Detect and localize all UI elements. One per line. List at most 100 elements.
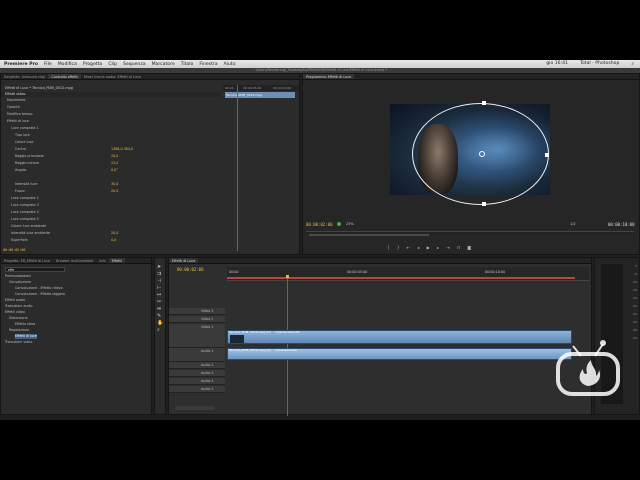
tab-media-browser[interactable]: Browser multimediale — [53, 258, 96, 263]
playhead-marker[interactable] — [286, 275, 289, 278]
go-out-icon[interactable]: ⇥ — [446, 245, 449, 250]
step-forward-icon[interactable]: ▸ — [437, 245, 439, 250]
track-select-tool-icon[interactable]: ⇉ — [157, 271, 163, 278]
effect-property-row[interactable]: Movimento — [1, 98, 221, 103]
effects-tree-item[interactable]: Convoluzione — [9, 280, 31, 285]
effect-property-row[interactable]: Colore luce ambiente — [1, 224, 221, 229]
effect-property-row[interactable]: Centro 1386,0 384,0 — [1, 147, 221, 152]
play-icon[interactable]: ▶ — [427, 245, 430, 250]
track-audio-1[interactable]: Audio 1 — [169, 348, 225, 362]
track-video-1[interactable]: Video 1 — [169, 324, 225, 348]
go-in-icon[interactable]: ⇤ — [407, 245, 410, 250]
effects-tree-item[interactable]: Effetti di luce — [15, 334, 37, 339]
tab-sequence[interactable]: Effetti di Luce — [169, 258, 199, 263]
effects-tree-item[interactable]: Transizioni audio — [5, 304, 32, 309]
timeline-timecode[interactable]: 00:00:02:00 — [177, 267, 204, 272]
tab-audio-mixer[interactable]: Mixer tracce audio: Effetti di Luce — [81, 74, 144, 79]
effect-property-row[interactable]: Luce comprata 3 — [1, 203, 221, 208]
menu-titolo[interactable]: Titolo — [181, 62, 194, 67]
selection-tool-icon[interactable]: ➤ — [157, 264, 163, 271]
track-video-3[interactable]: Video 3 — [169, 308, 225, 315]
effects-tree-item[interactable]: Effetto sfera — [15, 322, 35, 327]
effect-property-row[interactable]: Opacità — [1, 105, 221, 110]
menu-clip[interactable]: Clip — [108, 62, 117, 67]
zoom-tool-icon[interactable]: ⌕ — [157, 327, 163, 334]
effect-property-row[interactable]: Luce comprata 1 — [1, 126, 221, 131]
track-audio-4[interactable]: Audio 4 — [169, 378, 225, 385]
effect-property-row[interactable]: Modifica tempo — [1, 112, 221, 117]
tab-project[interactable]: Progetto: Eff_Effetti di Luce — [1, 258, 53, 263]
effect-property-row[interactable] — [1, 175, 221, 180]
step-back-icon[interactable]: ◂ — [417, 245, 419, 250]
mark-out-icon[interactable]: } — [397, 245, 400, 250]
effects-tree-item[interactable]: Convoluzione - Effetto rilievo — [15, 286, 63, 291]
timeline-ruler[interactable]: 00:00 00:00:05:00 00:00:10:00 — [227, 267, 589, 281]
menu-modifica[interactable]: Modifica — [58, 62, 77, 67]
app-menu[interactable]: Premiere Pro — [4, 62, 38, 67]
rolling-tool-icon[interactable]: ⊢ — [157, 285, 163, 292]
audio-clip[interactable]: Tecnica_PDM_0012.mpg [A] Volume:Livello — [227, 348, 572, 360]
effect-property-row[interactable]: Angolo 0,0° — [1, 168, 221, 173]
property-value[interactable]: 30,0 — [111, 182, 118, 187]
effect-property-row[interactable]: Intensità luce 30,0 — [1, 182, 221, 187]
track-video-2[interactable]: Video 2 — [169, 316, 225, 323]
effect-property-row[interactable]: Luce comprata 5 — [1, 217, 221, 222]
menu-finestra[interactable]: Finestra — [199, 62, 217, 67]
effect-property-row[interactable]: Raggio principale 20,0 — [1, 154, 221, 159]
mark-in-icon[interactable]: { — [387, 245, 390, 250]
rate-stretch-tool-icon[interactable]: ↔ — [157, 292, 163, 299]
quality-select[interactable]: 1/2 — [570, 222, 576, 226]
lift-icon[interactable]: ⊓ — [457, 245, 460, 250]
property-value[interactable]: 20,0 — [111, 231, 118, 236]
ripple-tool-icon[interactable]: ⊣ — [157, 278, 163, 285]
timeline-playhead[interactable] — [287, 275, 288, 416]
ellipse-top-handle[interactable] — [482, 101, 486, 105]
effects-search-input[interactable]: effe — [5, 267, 65, 272]
menu-aiuto[interactable]: Aiuto — [224, 62, 236, 67]
work-area-bar[interactable] — [227, 277, 575, 279]
property-value[interactable]: 0,0° — [111, 168, 118, 173]
property-value[interactable]: 20,0 — [111, 189, 118, 194]
tab-program[interactable]: Programma: Effetti di Luce — [303, 74, 355, 79]
effect-property-row[interactable]: Luce comprata 4 — [1, 210, 221, 215]
tab-info[interactable]: Info — [96, 258, 108, 263]
ec-clip-bar[interactable]: Tecnica_PDM_0012.mpg — [225, 92, 295, 98]
effects-tree-item[interactable]: Distorsione — [9, 316, 28, 321]
effect-property-row[interactable]: Luce comprata 2 — [1, 196, 221, 201]
menu-sequenza[interactable]: Sequenza — [123, 62, 146, 67]
property-value[interactable]: 22,0 — [111, 161, 118, 166]
user-name[interactable]: Total - Photoshop — [580, 61, 619, 67]
property-value[interactable]: 1386,0 384,0 — [111, 147, 133, 152]
hand-tool-icon[interactable]: ✋ — [157, 320, 163, 327]
effects-tree-item[interactable]: Regolazione — [9, 328, 29, 333]
track-audio-3[interactable]: Audio 3 — [169, 370, 225, 377]
zoom-slider[interactable] — [175, 406, 215, 410]
effects-tree-item[interactable]: Effetti audio — [5, 298, 25, 303]
effects-tree-item[interactable]: Preimpostazioni — [5, 274, 31, 279]
menu-marcatore[interactable]: Marcatore — [152, 62, 175, 67]
effect-property-row[interactable]: Intensità luce ambiente 20,0 — [1, 231, 221, 236]
effects-tree-item[interactable]: Effetti video — [5, 310, 25, 315]
program-zoom-bar[interactable] — [309, 234, 429, 236]
program-timecode[interactable]: 00:00:02:00 — [306, 222, 333, 227]
slip-tool-icon[interactable]: ⇹ — [157, 306, 163, 313]
track-audio-2[interactable]: Audio 2 — [169, 362, 225, 369]
ec-timecode[interactable]: 00:00:02:00 — [3, 248, 25, 252]
track-audio-5[interactable]: Audio 5 — [169, 386, 225, 393]
effects-tree-item[interactable]: Transizioni video — [5, 340, 32, 345]
camera-icon[interactable]: ◙ — [467, 245, 471, 250]
video-clip[interactable]: Tecnica_PDM_0012.mpg [V] Opacità:Opacità — [227, 330, 572, 344]
effect-property-row[interactable]: Raggio minore 22,0 — [1, 161, 221, 166]
tab-effect-controls[interactable]: Controllo effetti — [48, 74, 81, 79]
pen-tool-icon[interactable]: ✎ — [157, 313, 163, 320]
effects-tree-item[interactable]: Convoluzione - Effetto leggero — [15, 292, 65, 297]
property-value[interactable]: 20,0 — [111, 154, 118, 159]
razor-tool-icon[interactable]: ✂ — [157, 299, 163, 306]
effect-property-row[interactable]: Fuoco 20,0 — [1, 189, 221, 194]
light-center-handle[interactable] — [479, 151, 485, 157]
tab-source[interactable]: Sorgente: (nessuna clip) — [1, 74, 48, 79]
ec-playhead[interactable] — [237, 85, 238, 251]
menu-progetto[interactable]: Progetto — [83, 62, 102, 67]
effect-property-row[interactable]: Superficie 0,0 — [1, 238, 221, 243]
search-icon[interactable]: ⌕ — [631, 61, 634, 67]
